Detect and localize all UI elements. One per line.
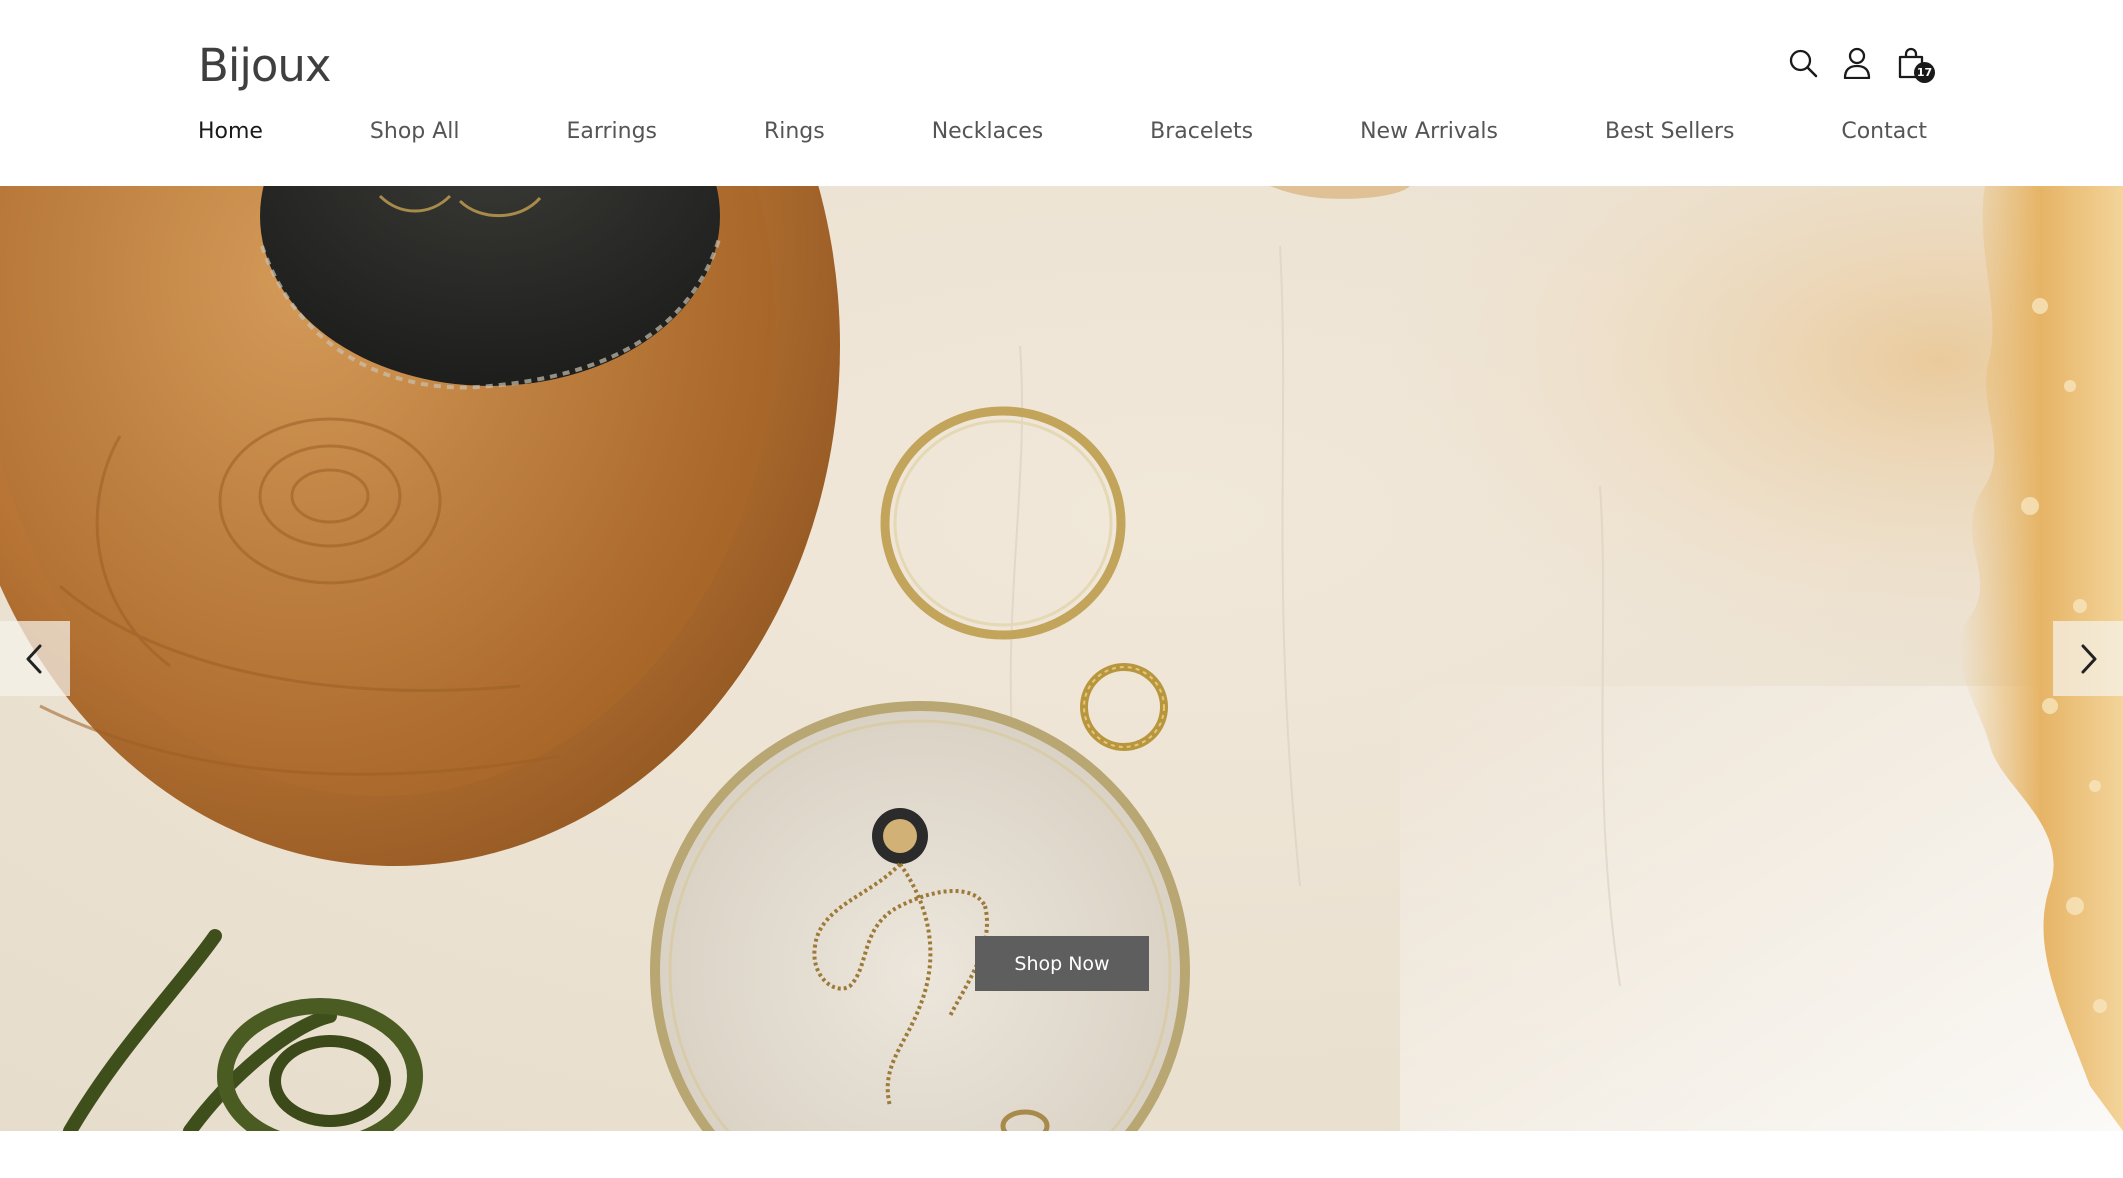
nav-item-bracelets[interactable]: Bracelets bbox=[1150, 116, 1253, 148]
nav-item-shop-all[interactable]: Shop All bbox=[370, 116, 460, 148]
site-header: Bijoux 17 Home Shop All Earrings Rings N… bbox=[0, 0, 2123, 186]
page-content-below bbox=[0, 1131, 2123, 1178]
main-navigation: Home Shop All Earrings Rings Necklaces B… bbox=[198, 116, 1927, 148]
nav-item-best-sellers[interactable]: Best Sellers bbox=[1605, 116, 1734, 148]
search-icon[interactable] bbox=[1787, 45, 1819, 81]
header-icons: 17 bbox=[1787, 45, 1935, 83]
hero-slider: Shop Now bbox=[0, 186, 2123, 1131]
cart-count-badge: 17 bbox=[1914, 62, 1935, 83]
brand-logo[interactable]: Bijoux bbox=[198, 36, 332, 96]
nav-item-necklaces[interactable]: Necklaces bbox=[932, 116, 1044, 148]
nav-item-new-arrivals[interactable]: New Arrivals bbox=[1360, 116, 1498, 148]
slider-prev-button[interactable] bbox=[0, 621, 70, 696]
nav-item-home[interactable]: Home bbox=[198, 116, 263, 148]
chevron-right-icon bbox=[2081, 644, 2097, 673]
shop-now-button[interactable]: Shop Now bbox=[975, 936, 1149, 991]
nav-item-contact[interactable]: Contact bbox=[1841, 116, 1927, 148]
nav-item-earrings[interactable]: Earrings bbox=[566, 116, 657, 148]
cart-icon[interactable]: 17 bbox=[1895, 45, 1935, 83]
slider-next-button[interactable] bbox=[2053, 621, 2123, 696]
nav-item-rings[interactable]: Rings bbox=[764, 116, 825, 148]
account-icon[interactable] bbox=[1841, 45, 1873, 81]
chevron-left-icon bbox=[26, 644, 42, 673]
